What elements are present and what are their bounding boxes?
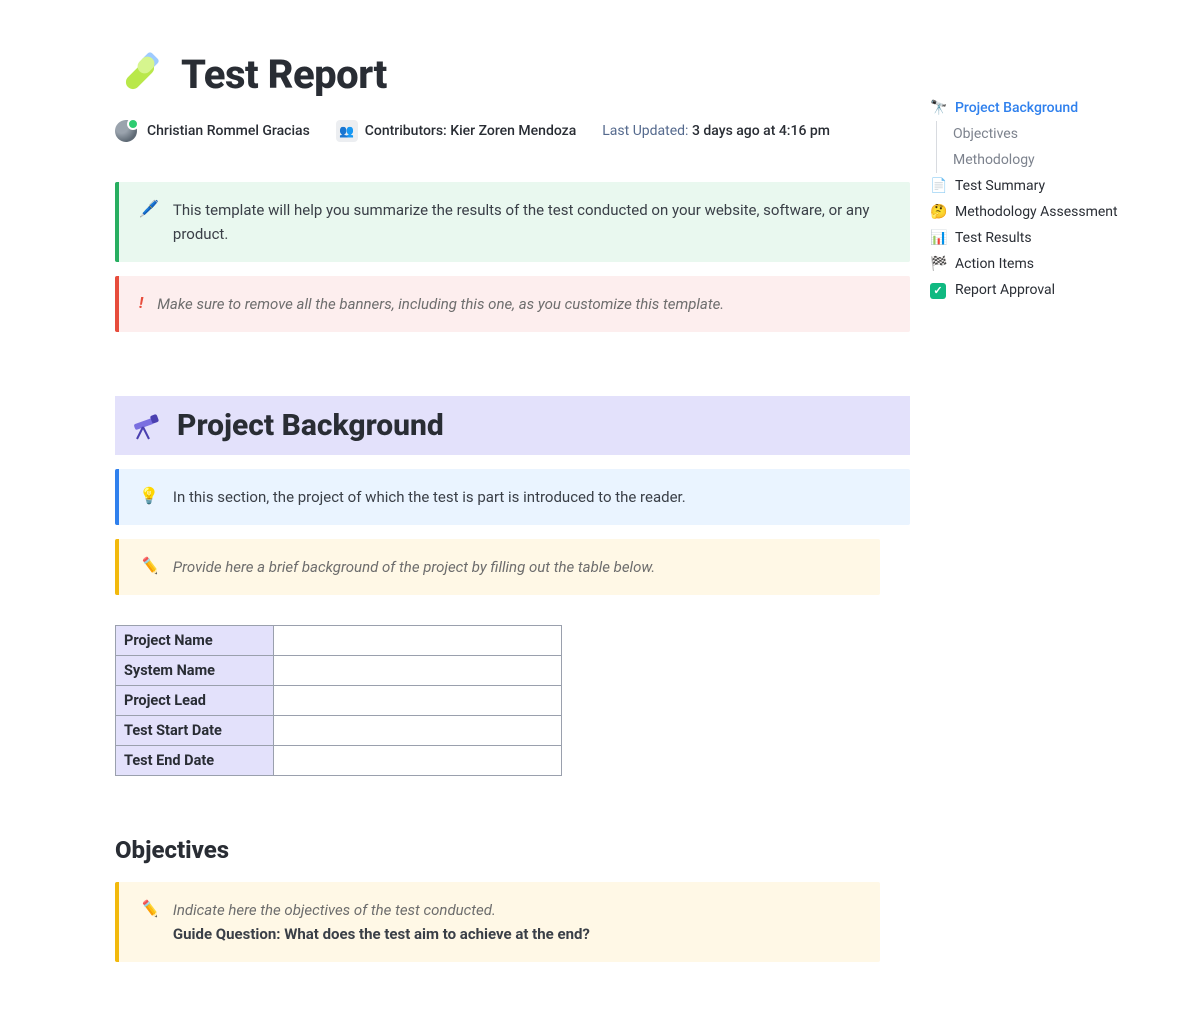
toc-item-objectives[interactable]: Objectives — [936, 121, 1200, 147]
cell-key: Project Name — [116, 626, 274, 656]
toc-label: Methodology Assessment — [955, 204, 1118, 220]
page-title-row: Test Report — [115, 50, 910, 98]
telescope-icon: 🔭 — [930, 100, 946, 116]
tip-banner: 💡 In this section, the project of which … — [115, 469, 910, 525]
instruction-text: Provide here a brief background of the p… — [173, 555, 655, 579]
project-info-body: Project Name System Name Project Lead Te… — [116, 626, 562, 776]
cell-val[interactable] — [274, 656, 562, 686]
people-icon: 👥 — [336, 120, 358, 142]
table-row: Project Name — [116, 626, 562, 656]
objectives-text: Indicate here the objectives of the test… — [173, 898, 590, 946]
pencil-icon: ✏️ — [139, 555, 159, 577]
toc-item-project-background[interactable]: 🔭 Project Background — [930, 95, 1200, 121]
cell-key: Test End Date — [116, 746, 274, 776]
toc-label: Methodology — [953, 152, 1035, 168]
cell-val[interactable] — [274, 716, 562, 746]
toc-label: Test Results — [955, 230, 1032, 246]
objectives-instruction: Indicate here the objectives of the test… — [173, 901, 496, 919]
telescope-icon — [131, 411, 161, 441]
info-banner-text: This template will help you summarize th… — [173, 198, 890, 246]
exclamation-icon: ! — [139, 292, 143, 314]
author-name: Christian Rommel Gracias — [147, 123, 310, 139]
thinking-icon: 🤔 — [930, 204, 946, 220]
cell-val[interactable] — [274, 686, 562, 716]
toc-item-test-summary[interactable]: 📄 Test Summary — [930, 173, 1200, 199]
toc: 🔭 Project Background Objectives Methodol… — [910, 0, 1200, 304]
last-updated-value: 3 days ago at 4:16 pm — [692, 123, 830, 139]
page-title: Test Report — [181, 51, 387, 98]
toc-item-methodology[interactable]: Methodology — [936, 147, 1200, 173]
contributors-label: Contributors: — [365, 123, 447, 139]
last-updated-label: Last Updated: — [602, 123, 688, 139]
contributors[interactable]: 👥 Contributors: Kier Zoren Mendoza — [336, 120, 576, 142]
table-row: Project Lead — [116, 686, 562, 716]
cell-val[interactable] — [274, 746, 562, 776]
contributors-value: Kier Zoren Mendoza — [450, 123, 576, 139]
table-row: Test Start Date — [116, 716, 562, 746]
pencil-icon: ✏️ — [139, 898, 159, 920]
warning-banner-text: Make sure to remove all the banners, inc… — [157, 292, 724, 316]
project-info-table: Project Name System Name Project Lead Te… — [115, 625, 562, 776]
page-icon: 📄 — [930, 178, 946, 194]
cell-key: System Name — [116, 656, 274, 686]
section-objectives: Objectives — [115, 836, 910, 864]
cell-key: Project Lead — [116, 686, 274, 716]
objectives-guide: Guide Question: What does the test aim t… — [173, 925, 590, 943]
info-banner: 🖊️ This template will help you summarize… — [115, 182, 910, 262]
table-row: System Name — [116, 656, 562, 686]
toc-label: Report Approval — [955, 282, 1055, 298]
section-title: Project Background — [177, 408, 444, 443]
section-project-background: Project Background — [115, 396, 910, 455]
toc-item-methodology-assessment[interactable]: 🤔 Methodology Assessment — [930, 199, 1200, 225]
toc-label: Action Items — [955, 256, 1034, 272]
toc-label: Project Background — [955, 100, 1078, 116]
toc-item-test-results[interactable]: 📊 Test Results — [930, 225, 1200, 251]
warning-banner: ! Make sure to remove all the banners, i… — [115, 276, 910, 332]
table-row: Test End Date — [116, 746, 562, 776]
instruction-banner: ✏️ Provide here a brief background of th… — [115, 539, 880, 595]
toc-item-report-approval[interactable]: ✓ Report Approval — [930, 277, 1200, 304]
toc-item-action-items[interactable]: 🏁 Action Items — [930, 251, 1200, 277]
cell-val[interactable] — [274, 626, 562, 656]
flag-icon: 🏁 — [930, 256, 946, 272]
cell-key: Test Start Date — [116, 716, 274, 746]
meta-row: Christian Rommel Gracias 👥 Contributors:… — [115, 120, 910, 142]
author-chip[interactable]: Christian Rommel Gracias — [115, 120, 310, 142]
pencil-icon: 🖊️ — [139, 198, 159, 220]
bulb-icon: 💡 — [139, 485, 159, 507]
check-icon: ✓ — [930, 282, 946, 299]
tip-banner-text: In this section, the project of which th… — [173, 485, 686, 509]
avatar — [115, 120, 137, 142]
objectives-banner: ✏️ Indicate here the objectives of the t… — [115, 882, 880, 962]
toc-label: Test Summary — [955, 178, 1045, 194]
toc-label: Objectives — [953, 126, 1018, 142]
last-updated: Last Updated: 3 days ago at 4:16 pm — [602, 123, 830, 139]
chart-icon: 📊 — [930, 230, 946, 246]
test-tube-icon — [115, 50, 163, 98]
